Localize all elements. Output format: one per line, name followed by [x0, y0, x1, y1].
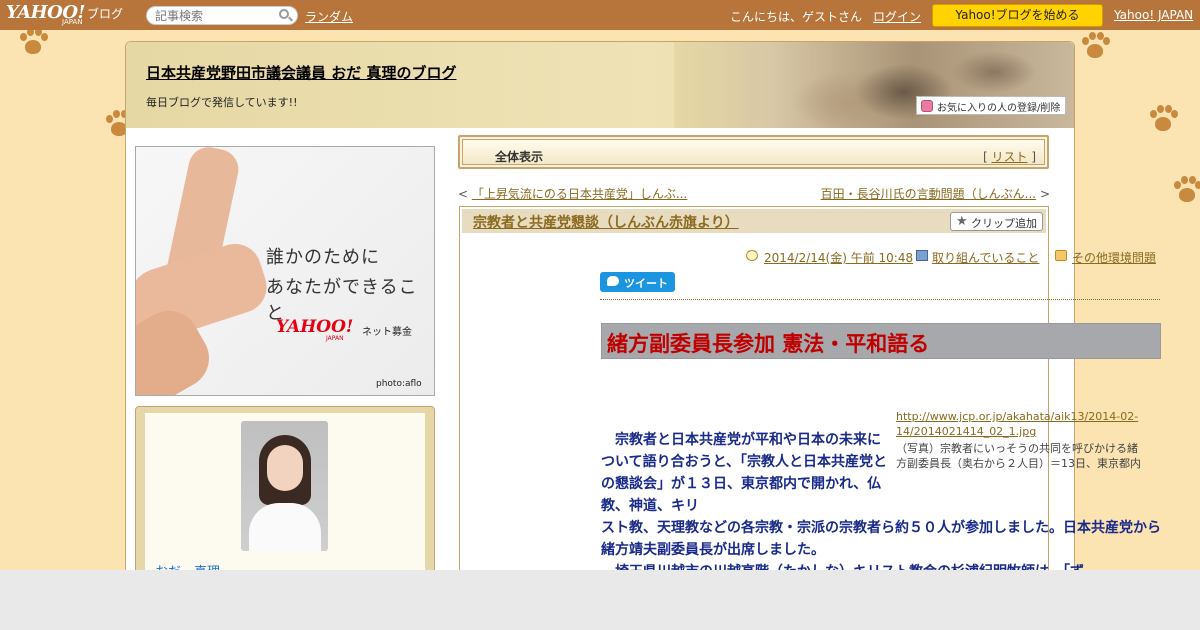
ad-yahoo-logo: YAHOO!: [276, 317, 354, 337]
next-arrow: >: [1036, 187, 1050, 201]
article-body-part1: 宗教者と日本共産党が平和や日本の未来について語り合おうと、「宗教人と日本共産党と…: [601, 432, 888, 514]
blog-subtitle: 毎日ブログで発信しています!!: [146, 96, 298, 109]
all-view-bar: 全体表示 [ リスト ]: [458, 135, 1049, 169]
blog-frame: 日本共産党野田市議会議員 おだ 真理のブログ 毎日ブログで発信しています!! お…: [125, 41, 1161, 570]
clock-icon: [746, 250, 758, 261]
paw-print-decoration: [1172, 176, 1200, 206]
search-icon[interactable]: [279, 9, 289, 19]
previous-article-link[interactable]: 「上昇気流にのる日本共産党」しんぶ...: [472, 187, 687, 201]
category-link-2[interactable]: その他環境問題: [1072, 249, 1156, 266]
prev-arrow: <: [458, 187, 472, 201]
favorite-icon: [921, 100, 933, 112]
article-header: 宗教者と共産党懇談（しんぶん赤旗より） ★ クリップ追加: [462, 209, 1046, 233]
net-donation-ad[interactable]: 誰かのために あなたができること YAHOO! JAPAN ネット募金 phot…: [135, 146, 435, 396]
next-article-nav: 百田・長谷川氏の言動問題（しんぶん... >: [821, 185, 1050, 202]
profile-name-link[interactable]: おだ 真理: [155, 561, 220, 570]
ad-line1: 誰かのために: [266, 247, 380, 268]
paw-print-decoration: [18, 28, 48, 58]
list-toggle: [ リスト ]: [983, 148, 1036, 165]
separator: [600, 299, 1160, 300]
start-blog-button[interactable]: Yahoo!ブログを始める: [932, 4, 1103, 27]
next-article-link[interactable]: 百田・長谷川氏の言動問題（しんぶん...: [821, 187, 1036, 201]
yahoo-japan-link[interactable]: Yahoo! JAPAN: [1114, 8, 1193, 22]
favorite-button-label: お気に入りの人の登録/削除: [937, 103, 1061, 114]
article-title[interactable]: 宗教者と共産党懇談（しんぶん赤旗より）: [473, 212, 739, 232]
image-link[interactable]: http://www.jcp.or.jp/akahata/aik13/2014-…: [896, 409, 1156, 439]
ad-logo-japan: JAPAN: [326, 335, 344, 342]
article-body-line: 埼玉県川越市の川越高階（たかしな）キリスト教会の杉浦紀明牧師は、「ず: [601, 561, 1166, 570]
random-link[interactable]: ランダム: [305, 8, 353, 25]
yahoo-blog-logo[interactable]: YAHOO! ブログ JAPAN: [6, 2, 123, 28]
page-viewport: YAHOO!ブログ JAPAN ランダム こんにちは、ゲストさん ログイン Ya…: [0, 0, 1200, 570]
profile-box: おだ 真理: [135, 406, 435, 570]
profile-inner: おだ 真理: [145, 413, 425, 570]
previous-article-nav: < 「上昇気流にのる日本共産党」しんぶ...: [458, 185, 687, 202]
clip-button-label: クリップ追加: [971, 217, 1037, 230]
profile-avatar[interactable]: [241, 421, 328, 551]
all-view-label: 全体表示: [495, 150, 544, 164]
top-navigation-bar: YAHOO!ブログ JAPAN ランダム こんにちは、ゲストさん ログイン Ya…: [0, 0, 1200, 30]
article-date[interactable]: 2014/2/14(金) 午前 10:48: [764, 249, 913, 266]
logo-suffix: ブログ: [86, 7, 123, 21]
greeting-text: こんにちは、ゲストさん: [730, 10, 863, 24]
blog-header: 日本共産党野田市議会議員 おだ 真理のブログ 毎日ブログで発信しています!! お…: [126, 42, 1074, 128]
article: 宗教者と共産党懇談（しんぶん赤旗より） ★ クリップ追加 2014/2/14(金…: [459, 206, 1161, 570]
tweet-label: ツイート: [624, 277, 668, 290]
article-body-line: スト教、天理教などの各宗教・宗派の宗教者ら約５０人が参加しました。日本共産党から…: [601, 520, 1161, 558]
image-caption: （写真）宗教者にいっそうの共同を呼びかける緒方副委員長（奥右から２人目）＝13日…: [896, 442, 1141, 470]
list-link[interactable]: リスト: [991, 150, 1027, 164]
book-icon: [916, 250, 928, 261]
star-icon: ★: [956, 214, 968, 229]
article-headline: 緒方副委員長参加 憲法・平和語る: [601, 323, 1161, 359]
twitter-bird-icon: [607, 276, 619, 286]
blog-title[interactable]: 日本共産党野田市議会議員 おだ 真理のブログ: [146, 62, 456, 83]
article-body-part2: スト教、天理教などの各宗教・宗派の宗教者ら約５０人が参加しました。日本共産党から…: [601, 517, 1166, 570]
ad-service-name: ネット募金: [362, 327, 412, 338]
favorite-register-button[interactable]: お気に入りの人の登録/削除: [916, 96, 1066, 115]
category-link-1[interactable]: 取り組んでいること: [932, 249, 1039, 266]
paw-print-decoration: [1080, 32, 1110, 62]
login-link[interactable]: ログイン: [873, 8, 921, 25]
folder-icon: [1055, 250, 1067, 261]
list-bracket-close: ]: [1027, 150, 1036, 164]
paw-print-decoration: [1148, 105, 1178, 135]
ad-photo-credit: photo:aflo: [376, 379, 422, 389]
clip-add-button[interactable]: ★ クリップ追加: [950, 212, 1043, 231]
tweet-button[interactable]: ツイート: [600, 272, 675, 292]
cat-header-image: [674, 42, 1074, 128]
search-input[interactable]: [146, 6, 298, 25]
logo-japan-text: JAPAN: [62, 18, 83, 26]
